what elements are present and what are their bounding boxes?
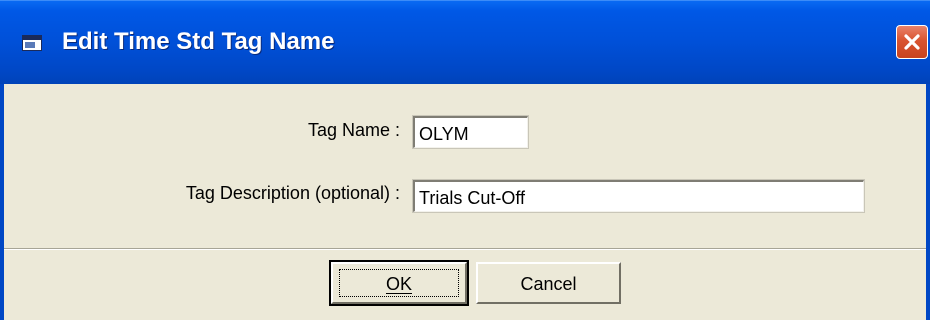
close-button[interactable] xyxy=(896,25,928,59)
button-separator xyxy=(4,248,926,250)
close-icon xyxy=(904,34,920,50)
window-title: Edit Time Std Tag Name xyxy=(62,28,335,55)
edit-time-std-tag-dialog: Edit Time Std Tag Name Tag Name : Tag De… xyxy=(0,0,930,320)
tag-description-input[interactable] xyxy=(412,179,865,213)
title-bar[interactable]: Edit Time Std Tag Name xyxy=(0,0,930,84)
cancel-button[interactable]: Cancel xyxy=(476,262,621,304)
ok-button[interactable]: OK xyxy=(329,260,469,306)
tag-name-input[interactable] xyxy=(412,115,529,149)
ok-button-label: OK xyxy=(385,274,412,294)
cancel-button-label: Cancel xyxy=(520,274,577,294)
window-border-right xyxy=(926,84,930,320)
tag-description-label: Tag Description (optional) : xyxy=(185,183,400,203)
window-app-icon[interactable] xyxy=(22,35,42,51)
tag-name-label: Tag Name : xyxy=(307,120,400,140)
